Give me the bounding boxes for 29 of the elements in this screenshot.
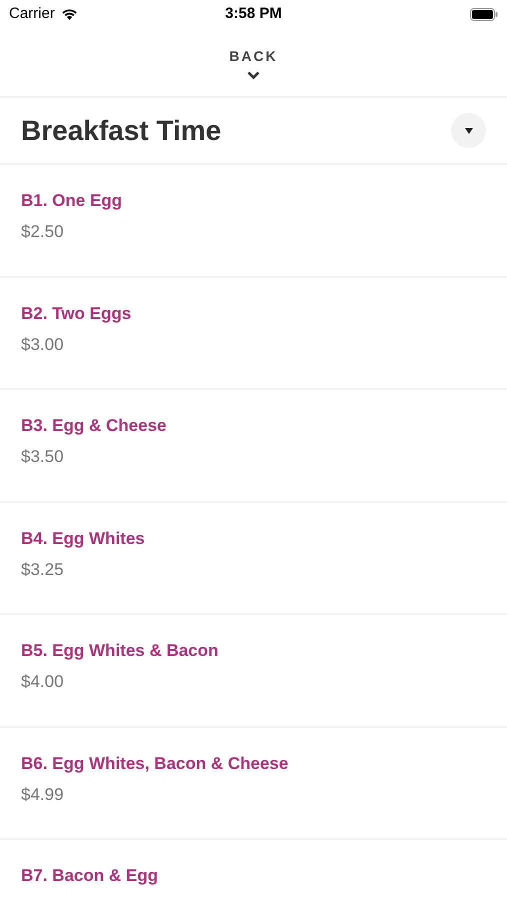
item-name: B1. One Egg <box>21 190 124 212</box>
wifi-icon <box>60 8 78 20</box>
item-name: B7. Bacon & Egg <box>21 865 159 887</box>
carrier-label: Carrier <box>9 4 55 24</box>
item-name: B3. Egg & Cheese <box>21 415 168 437</box>
battery-icon <box>470 8 498 20</box>
menu-item[interactable]: B3. Egg & Cheese $3.50 <box>0 390 507 502</box>
item-name: B2. Two Eggs <box>21 302 132 325</box>
item-price: $4.99 <box>21 784 65 806</box>
item-name: B5. Egg Whites & Bacon <box>21 640 220 662</box>
item-price: $2.50 <box>21 221 65 243</box>
menu-item[interactable]: B5. Egg Whites & Bacon $4.00 <box>0 615 507 728</box>
item-price: $3.25 <box>21 558 65 580</box>
chevron-down-icon <box>246 71 260 80</box>
section-title: Breakfast Time <box>21 114 222 148</box>
item-name: B4. Egg Whites <box>21 528 146 550</box>
menu-item[interactable]: B4. Egg Whites $3.25 <box>0 502 507 615</box>
item-price: $4.00 <box>21 671 65 693</box>
menu-item[interactable]: B7. Bacon & Egg <box>0 840 507 900</box>
back-button[interactable]: BACK <box>229 46 278 80</box>
item-price: $3.00 <box>21 334 65 356</box>
menu-item[interactable]: B6. Egg Whites, Bacon & Cheese $4.99 <box>0 728 507 840</box>
item-name: B6. Egg Whites, Bacon & Cheese <box>21 752 290 775</box>
menu-item[interactable]: B2. Two Eggs $3.00 <box>0 278 507 390</box>
collapse-toggle[interactable] <box>451 113 486 148</box>
caret-icon <box>464 128 472 134</box>
menu-item[interactable]: B1. One Egg $2.50 <box>0 165 507 278</box>
clock-label: 3:58 PM <box>225 4 282 24</box>
item-price: $3.50 <box>21 446 65 468</box>
